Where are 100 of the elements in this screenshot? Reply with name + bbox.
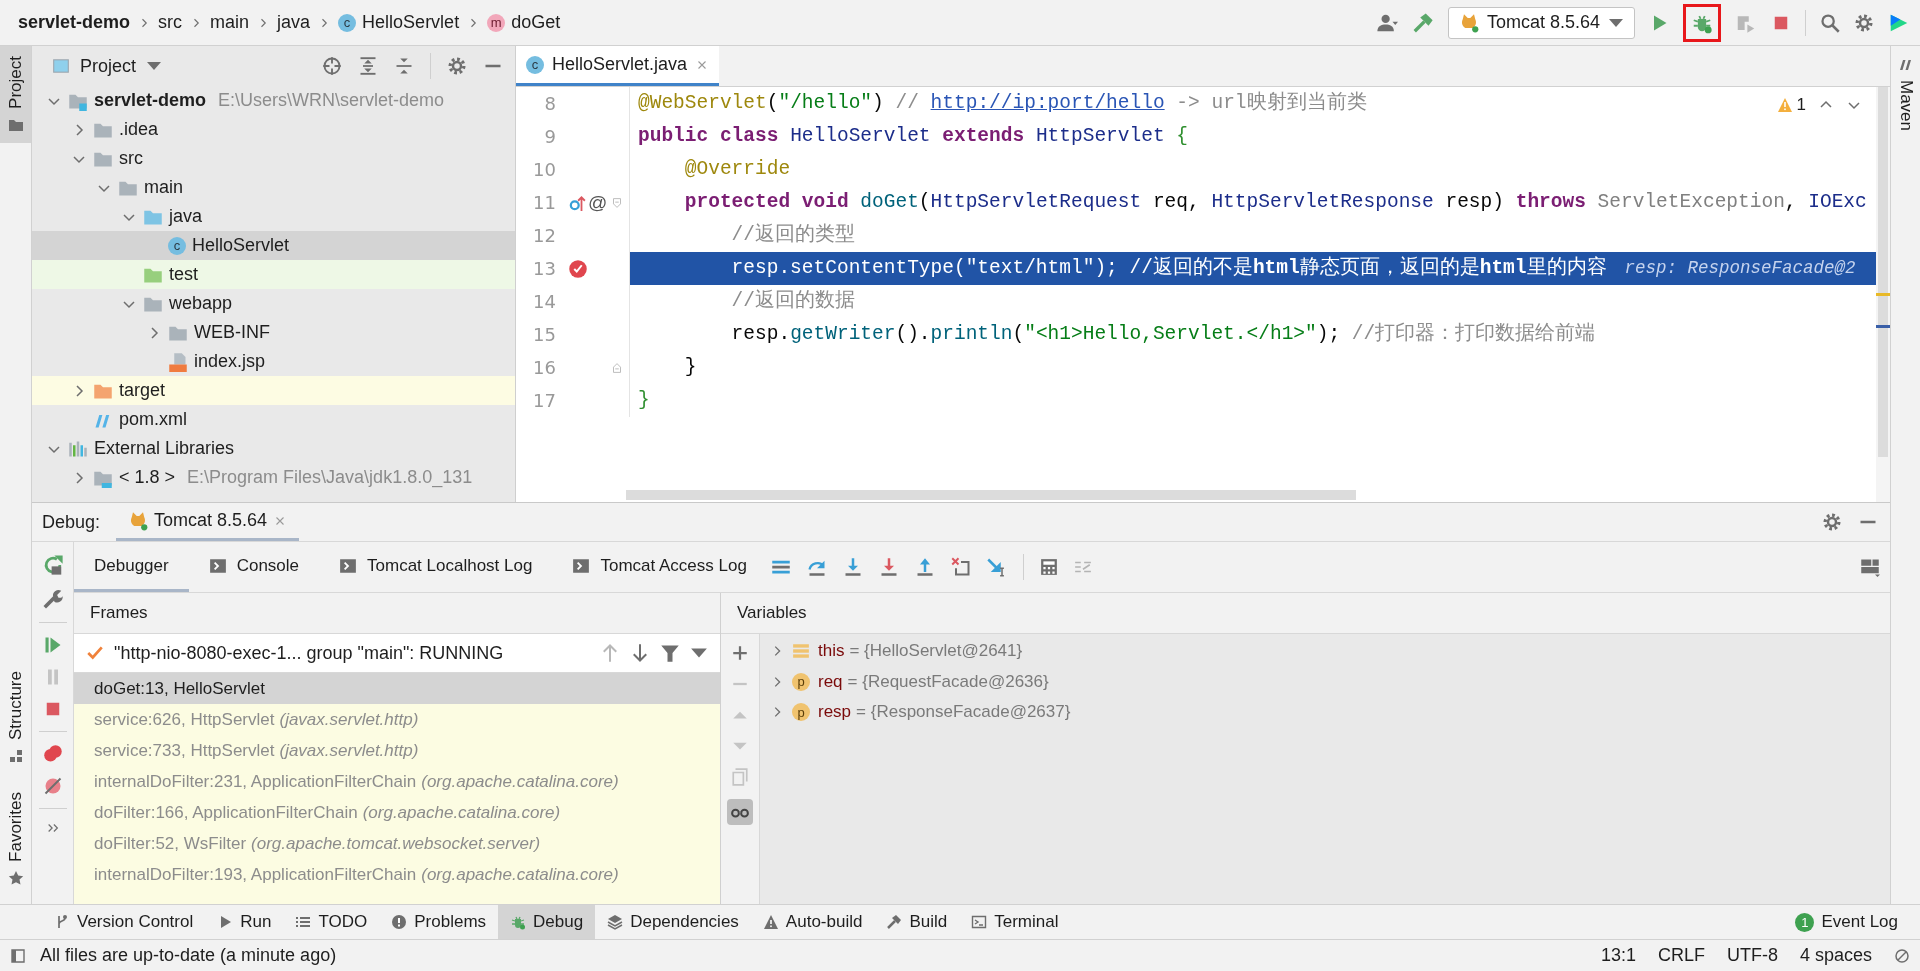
tree-item[interactable]: main [32,173,515,202]
tree-item[interactable]: index.jsp [32,347,515,376]
tree-item[interactable]: java [32,202,515,231]
jsp-file-icon [168,351,188,372]
breadcrumb[interactable]: m doGet [487,12,561,33]
tree-item[interactable]: src [32,144,515,173]
line-number: 14 [532,291,557,312]
code-line: resp.getWriter().println("<h1>Hello,Servlet.</h1>"); //打印器：打印数据给前端 [730,321,1596,347]
tree-item[interactable]: test [32,260,515,289]
session-tab[interactable]: Tomcat 8.5.64 [116,503,300,541]
caret-stripe-mark [1876,325,1890,328]
breadcrumb[interactable]: src [158,12,183,33]
no-entry-icon[interactable] [1894,947,1910,964]
tab[interactable]: Tomcat Access Log [552,542,767,592]
code-line: //返回的数据 [730,288,856,314]
status-item[interactable]: CRLF [1657,945,1705,966]
breadcrumb[interactable]: servlet-demo [18,12,131,33]
line-number: 17 [532,390,557,411]
stack-frame[interactable]: doGet:13, HelloServlet [74,673,720,704]
tool-window-button[interactable]: Terminal [959,905,1071,939]
debug-button[interactable] [1683,3,1721,42]
tool-window-tab[interactable]: Maven [1891,46,1920,142]
console-icon [339,556,358,575]
tool-window-button[interactable]: Problems [379,905,499,939]
console-icon [572,556,591,575]
code-line: } [637,388,650,413]
tree-item[interactable]: < 1.8 > E:\Program Files\Java\jdk1.8.0_131 [32,463,515,492]
tree-item[interactable]: target [32,376,515,405]
event-log-button[interactable]: 1 Event Log [1783,905,1910,939]
warning-indicator[interactable]: 1 [1776,95,1806,115]
tool-window-button[interactable]: Version Control [42,905,206,939]
breakpoints-icon[interactable] [42,744,63,764]
tree-item[interactable]: External Libraries [32,434,515,463]
expand-all-icon[interactable] [358,56,378,76]
settings-icon[interactable] [447,56,467,76]
star-icon [7,870,24,886]
tool-window-button[interactable]: TODO [283,905,380,939]
calculator-icon[interactable] [1039,558,1058,576]
line-number: 11 [532,192,557,213]
status-item[interactable]: 4 spaces [1799,945,1872,966]
thread-selector[interactable]: "http-nio-8080-exec-1... group "main": RUNNING [74,634,720,673]
editor-tab[interactable]: c HelloServlet.java [516,46,720,86]
breadcrumb[interactable]: main [210,12,250,33]
tree-item[interactable]: servlet-demo E:\Users\WRN\servlet-demo [32,86,515,115]
breadcrumb[interactable]: c HelloServlet [338,12,460,33]
tool-window-tab[interactable]: Project [0,46,31,143]
run-to-cursor-icon[interactable] [986,557,1007,577]
tab[interactable]: Debugger [74,542,189,592]
tree-item[interactable]: pom.xml [32,405,515,434]
url-link[interactable]: http://ip:port/hello [930,92,1165,114]
tool-window-button[interactable]: Auto-build [750,905,875,939]
annotation-marker[interactable]: @ [588,191,608,214]
file-path: E:\Users\WRN\servlet-demo [218,90,445,111]
wrench-icon[interactable] [41,588,64,610]
tool-window-button[interactable]: Build [874,905,960,939]
tab[interactable]: Console [188,542,320,592]
vertical-scrollbar[interactable] [1876,87,1890,502]
settings-icon[interactable] [1854,12,1874,33]
window-icon [52,57,70,75]
watches-toggle[interactable] [727,799,753,825]
line-number: 12 [532,225,557,246]
plus-icon[interactable] [731,644,749,662]
mute-breakpoints-icon[interactable] [42,776,63,796]
filter-icon[interactable] [660,643,680,663]
tree-item[interactable]: WEB-INF [32,318,515,347]
hammer-icon[interactable] [1411,11,1434,34]
status-item[interactable]: UTF-8 [1726,945,1778,966]
variable-entry[interactable]: this = {HelloServlet@2641} [818,641,1023,662]
code-line: protected void doGet(HttpServletRequest req, HttpServletResponse resp) throws ServletException, IOExc [683,190,1867,215]
settings-icon[interactable] [1822,512,1842,532]
locate-icon[interactable] [322,56,342,76]
variable-entry[interactable]: req = {RequestFacade@2636} [818,671,1049,692]
bug-icon [510,914,527,930]
inline-value-hint: resp: ResponseFacade@2 [1624,258,1856,278]
drop-frame-icon[interactable] [950,557,971,577]
override-icon[interactable] [568,193,586,212]
tool-window-tab[interactable]: Structure [0,661,31,775]
view-selector[interactable]: Project [52,55,306,77]
collapse-all-icon[interactable] [394,56,414,76]
horizontal-scrollbar[interactable] [626,490,1356,500]
tool-window-button[interactable]: Debug [498,905,596,939]
line-number: 8 [543,93,557,114]
breakpoint-icon[interactable] [568,258,588,279]
line-number: 16 [532,357,557,378]
tree-item[interactable]: c HelloServlet [32,231,515,260]
tool-window-button[interactable]: Dependencies [595,905,751,939]
tool-window-button[interactable]: Run [205,905,284,939]
tree-item[interactable]: .idea [32,115,515,144]
variable-entry[interactable]: resp = {ResponseFacade@2637} [818,702,1071,723]
breadcrumb[interactable]: java [277,12,311,33]
search-icon[interactable] [1820,12,1840,33]
down-arrow-icon[interactable] [630,643,650,663]
layout-icon[interactable] [1860,557,1880,577]
tree-item[interactable]: webapp [32,289,515,318]
run-configuration-dropdown[interactable]: Tomcat 8.5.64 [1447,6,1635,39]
status-item[interactable]: 13:1 [1600,945,1636,966]
tool-window-tab[interactable]: Favorites [0,782,31,896]
tab[interactable]: Tomcat Localhost Log [319,542,553,592]
panel-icon[interactable] [10,947,26,964]
notification-count: 1 [1795,912,1815,932]
